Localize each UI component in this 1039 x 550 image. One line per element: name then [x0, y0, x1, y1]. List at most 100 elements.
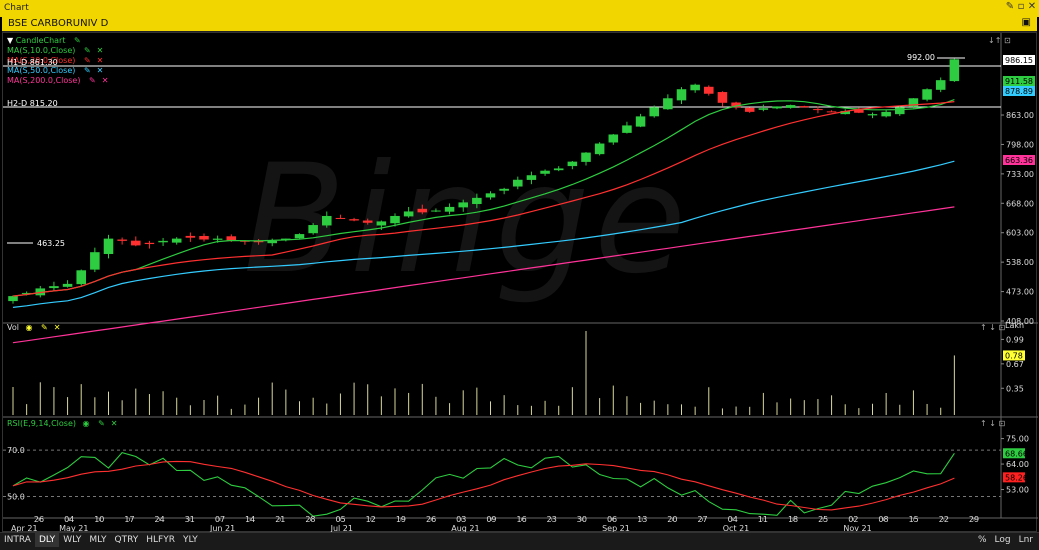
candle-body [513, 179, 523, 187]
edit-icon[interactable]: ✎ [84, 56, 91, 65]
edit-icon[interactable]: ✎ [74, 36, 81, 45]
candle-body [444, 206, 455, 212]
rsi-level-70-label: 70.0 [7, 446, 25, 455]
remove-icon[interactable]: ✕ [111, 419, 118, 428]
candle-body [90, 252, 100, 270]
candle-body [635, 116, 646, 127]
x-tick-label: 12 [366, 515, 376, 524]
price-badge-label: 878.89 [1005, 87, 1033, 96]
x-tick-label: 05 [336, 515, 346, 524]
window-titlebar: Chart ✎ ▫ ✕ [0, 0, 1039, 17]
remove-icon[interactable]: ✕ [54, 323, 61, 332]
edit-icon[interactable]: ✎ [84, 66, 91, 75]
symbol-label: BSE CARBORUNIV D [8, 18, 109, 29]
scale-option-percent[interactable]: % [978, 535, 987, 545]
candle-body [49, 286, 59, 289]
interval-tab-qtry[interactable]: QTRY [111, 533, 143, 547]
eye-icon[interactable]: ◉ [26, 323, 33, 332]
legend-label: MA(S,10.0,Close) [7, 46, 76, 55]
panel-menu-icon[interactable]: ▣ [1022, 17, 1031, 28]
edit-icon[interactable]: ✎ [89, 76, 96, 85]
edit-icon[interactable]: ✎ [41, 323, 48, 332]
x-tick-label: 06 [607, 515, 617, 524]
candle-body [663, 98, 673, 110]
interval-tab-dly[interactable]: DLY [34, 533, 60, 547]
candle-body [185, 235, 196, 238]
x-tick-label: 03 [456, 515, 466, 524]
price-panel-tools[interactable]: ↓↑ ⊡ [988, 36, 1011, 45]
candle-body [485, 193, 496, 198]
rsi-level-50-label: 50.0 [7, 492, 25, 501]
rsi-badge-label: 68.66 [1005, 449, 1028, 458]
candle-body [895, 107, 905, 115]
interval-tab-hlfyr[interactable]: HLFYR [142, 533, 179, 547]
interval-tab-yly[interactable]: YLY [179, 533, 202, 547]
candle-body [867, 114, 878, 116]
ma50-line [12, 160, 955, 308]
candle-body [499, 188, 509, 191]
volume-panel-tools[interactable]: ↑ ↓ ⊡ [980, 323, 1005, 332]
candle-body [881, 111, 891, 117]
remove-icon[interactable]: ✕ [97, 66, 104, 75]
vol-label: Vol [7, 323, 19, 332]
candle-body [540, 170, 550, 174]
candle-body [131, 240, 141, 246]
price-tick-label: 733.00 [1006, 170, 1034, 179]
scale-option-log[interactable]: Log [995, 535, 1011, 545]
candle-body [349, 219, 359, 221]
interval-tab-mly[interactable]: MLY [85, 533, 110, 547]
candle-body [826, 111, 837, 113]
x-tick-label: 30 [577, 515, 587, 524]
edit-icon[interactable]: ✎ [84, 46, 91, 55]
x-tick-label: 16 [516, 515, 526, 524]
candle-body [799, 106, 810, 108]
candle-body [744, 107, 755, 112]
candle-body [417, 208, 428, 213]
rsi-badge-label: 58.26 [1005, 473, 1028, 482]
x-tick-label: 20 [667, 515, 677, 524]
candle-body [676, 89, 687, 101]
ma20-line [12, 101, 955, 297]
x-tick-label: 23 [547, 515, 557, 524]
volume-tick-label: 0.99 [1006, 335, 1024, 344]
x-tick-label: 25 [818, 515, 828, 524]
rsi-line [12, 451, 955, 517]
candle-body [8, 296, 18, 302]
candle-body [390, 215, 400, 224]
h2-label: H2-D 815.20 [7, 99, 58, 108]
scale-option-lnr[interactable]: Lnr [1019, 535, 1033, 545]
price-tick-label: 668.00 [1006, 199, 1034, 208]
volume-tick-label: 0.35 [1006, 384, 1024, 393]
candle-body [935, 80, 946, 90]
remove-icon[interactable]: ✕ [102, 76, 109, 85]
candle-body [622, 125, 632, 133]
close-icon[interactable]: ✕ [1026, 1, 1038, 15]
remove-icon[interactable]: ✕ [97, 56, 104, 65]
candle-body [103, 238, 114, 255]
remove-icon[interactable]: ✕ [97, 46, 104, 55]
candle-body [158, 240, 168, 243]
chart-canvas[interactable]: 863.00 798.00 733.00 668.00 603.00 538.00 473.… [3, 33, 1038, 533]
h1-label: H1-D 861.30 [7, 58, 58, 67]
rsi-panel-title: RSI(E,9,14,Close) ◉ ✎ ✕ [7, 419, 117, 428]
collapse-icon[interactable]: ▼ [7, 36, 13, 45]
candle-body [758, 108, 769, 110]
candle-body [717, 92, 728, 103]
interval-tab-intra[interactable]: INTRA [0, 533, 35, 547]
price-badge-label: 986.15 [1005, 56, 1033, 65]
legend-label: MA(S,200.0,Close) [7, 76, 81, 85]
x-tick-label: 11 [758, 515, 768, 524]
edit-icon[interactable]: ✎ [98, 419, 105, 428]
volume-tick-label: 0.67 [1006, 360, 1024, 369]
candle-body [594, 143, 605, 155]
interval-tab-wly[interactable]: WLY [59, 533, 85, 547]
eye-icon[interactable]: ◉ [83, 419, 90, 428]
x-tick-label: 15 [909, 515, 919, 524]
x-tick-label: 26 [34, 515, 44, 524]
high-annotation: 992.00 [907, 53, 935, 62]
x-tick-label: 22 [939, 515, 949, 524]
candle-body [212, 238, 223, 240]
x-tick-label: 02 [848, 515, 858, 524]
rsi-tick-label: 64.00 [1006, 460, 1029, 469]
rsi-panel-tools[interactable]: ↑ ↓ ⊡ [980, 419, 1005, 428]
